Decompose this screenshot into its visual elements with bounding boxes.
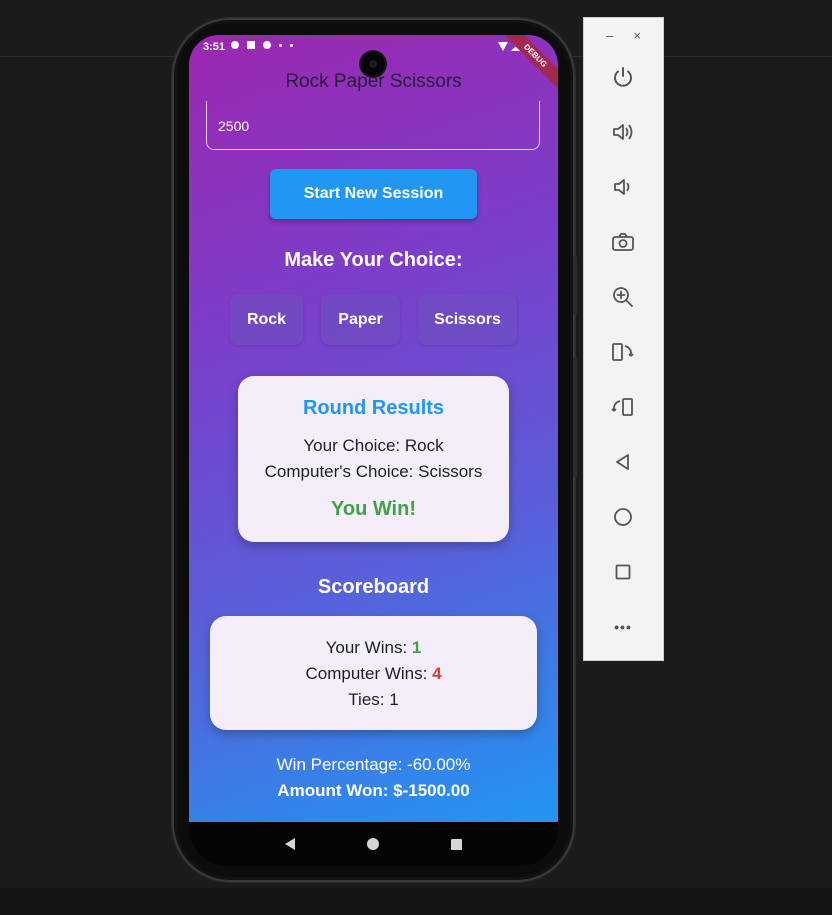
computer-choice-text: Computer's Choice: Scissors bbox=[264, 462, 483, 481]
scoreboard-card: Your Wins: 1 Computer Wins: 4 Ties: 1 bbox=[210, 616, 537, 730]
computer-wins-count: 4 bbox=[432, 664, 442, 683]
back-button[interactable] bbox=[608, 447, 638, 477]
scoreboard-title: Scoreboard bbox=[317, 576, 430, 598]
rotate-left-button[interactable] bbox=[608, 337, 638, 367]
overview-button[interactable] bbox=[608, 557, 638, 587]
close-button[interactable]: × bbox=[633, 28, 641, 43]
round-outcome: You Win! bbox=[331, 498, 416, 520]
minimize-button[interactable]: – bbox=[606, 28, 613, 43]
round-results-card: Round Results Your Choice: Rock Computer… bbox=[238, 376, 509, 542]
dot-status-icon bbox=[290, 43, 293, 47]
your-choice-text: Your Choice: Rock bbox=[303, 436, 444, 455]
wifi-icon bbox=[498, 42, 508, 51]
back-icon bbox=[616, 454, 629, 470]
computer-wins-row: Computer Wins: 4 bbox=[210, 664, 537, 684]
side-button[interactable] bbox=[573, 358, 577, 478]
home-button[interactable] bbox=[608, 502, 638, 532]
android-nav-bar bbox=[189, 822, 558, 866]
front-camera bbox=[361, 52, 385, 76]
your-wins-row: Your Wins: 1 bbox=[210, 638, 537, 658]
volume-up-icon bbox=[613, 124, 633, 140]
rotate-right-button[interactable] bbox=[608, 392, 638, 422]
settings-status-icon bbox=[231, 41, 239, 49]
overview-icon bbox=[615, 564, 631, 580]
ties-row: Ties: 1 bbox=[348, 690, 399, 709]
round-results-title: Round Results bbox=[302, 397, 445, 419]
volume-down-button[interactable] bbox=[608, 172, 638, 202]
zoom-button[interactable] bbox=[608, 282, 638, 312]
nav-recents-icon[interactable] bbox=[451, 838, 462, 850]
nav-home-icon[interactable] bbox=[367, 838, 379, 850]
camera-icon bbox=[612, 233, 634, 251]
rotate-left-icon bbox=[612, 343, 634, 361]
bet-amount-value: 2500 bbox=[218, 118, 250, 134]
scissors-button[interactable]: Scissors bbox=[418, 294, 517, 345]
rotate-right-icon bbox=[611, 398, 633, 416]
power-icon bbox=[614, 67, 632, 87]
win-percentage: Win Percentage: -60.00% bbox=[276, 755, 471, 774]
make-choice-heading: Make Your Choice: bbox=[284, 249, 463, 271]
paper-button[interactable]: Paper bbox=[321, 294, 400, 345]
status-time: 3:51 bbox=[203, 41, 226, 53]
volume-up-button[interactable] bbox=[608, 117, 638, 147]
zoom-in-icon bbox=[613, 287, 633, 307]
shield-status-icon bbox=[247, 41, 255, 49]
power-button[interactable] bbox=[608, 62, 638, 92]
security-status-icon bbox=[263, 41, 271, 49]
volume-down-icon bbox=[614, 179, 630, 195]
screenshot-button[interactable] bbox=[608, 227, 638, 257]
your-wins-count: 1 bbox=[411, 638, 422, 657]
nav-back-icon[interactable] bbox=[285, 838, 295, 850]
amount-won: Amount Won: $-1500.00 bbox=[277, 781, 470, 800]
rock-button[interactable]: Rock bbox=[230, 294, 303, 345]
home-icon bbox=[614, 508, 632, 526]
start-new-session-button[interactable]: Start New Session bbox=[270, 169, 477, 219]
more-button[interactable]: ••• bbox=[608, 612, 638, 642]
bottom-band bbox=[0, 888, 832, 915]
bet-amount-field[interactable]: 2500 bbox=[206, 101, 540, 150]
app-screen: 3:51 DEBUG Rock Paper Scissors 2500 Star… bbox=[189, 35, 558, 822]
volume-button[interactable] bbox=[573, 256, 577, 314]
usb-status-icon bbox=[279, 43, 282, 47]
emulator-toolbar: – × ••• bbox=[584, 18, 663, 660]
computer-wins-label: Computer Wins: bbox=[305, 664, 433, 683]
your-wins-label: Your Wins: bbox=[325, 638, 412, 657]
